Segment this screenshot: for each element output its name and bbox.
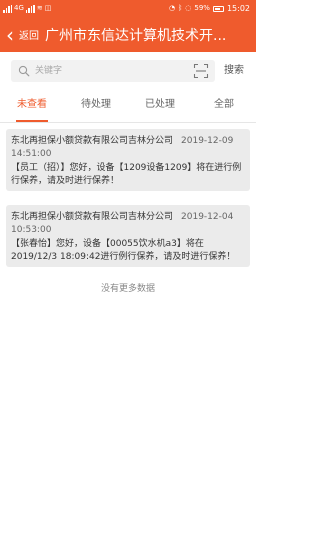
message-header: 东北再担保小额贷款有限公司吉林分公司 2019-12-04 10:53:00 [11, 211, 244, 237]
tab-unviewed[interactable]: 未查看 [0, 90, 64, 122]
search-input[interactable] [35, 60, 185, 82]
message-body: 【员工（招）】您好，设备【1209设备1209】将在进行例行保养，请及时进行保养… [11, 163, 242, 186]
signal-icon-2 [25, 4, 35, 13]
network-type: 4G [14, 4, 24, 12]
message-company: 东北再担保小额贷款有限公司吉林分公司 [11, 212, 174, 222]
page-title: 广州市东信达计算机技术开... [45, 27, 225, 44]
search-bar: 搜索 [0, 52, 256, 90]
status-right: ◔ ᛒ ◌ 59% 15:02 [169, 0, 250, 17]
notification-icon: ◫ [44, 4, 52, 12]
clock: 15:02 [226, 4, 250, 13]
message-body: 【张春怡】您好，设备【00055饮水机a3】将在2019/12/3 18:09:… [11, 239, 236, 262]
status-left: 4G ≋ ◫ [3, 0, 51, 17]
tab-pending[interactable]: 待处理 [64, 90, 128, 122]
search-box[interactable] [11, 60, 215, 82]
battery-percent: 59% [194, 4, 210, 12]
battery-icon [212, 5, 224, 12]
message-company: 东北再担保小额贷款有限公司吉林分公司 [11, 136, 174, 146]
bluetooth-icon: ᛒ [178, 4, 183, 12]
message-header: 东北再担保小额贷款有限公司吉林分公司 2019-12-09 14:51:00 [11, 135, 244, 161]
mute-icon: ◌ [185, 4, 192, 12]
message-card[interactable]: 东北再担保小额贷款有限公司吉林分公司 2019-12-04 10:53:00 【张… [6, 205, 250, 267]
back-button[interactable]: ‹ 返回 [0, 17, 43, 52]
scan-icon[interactable] [193, 63, 209, 79]
tab-all[interactable]: 全部 [192, 90, 256, 122]
chevron-left-icon: ‹ [6, 22, 14, 47]
status-tabs: 未查看 待处理 已处理 全部 [0, 90, 256, 123]
no-more-data: 没有更多数据 [100, 284, 155, 294]
alarm-icon: ◔ [168, 4, 176, 12]
wifi-icon: ≋ [36, 4, 43, 12]
status-bar: 4G ≋ ◫ ◔ ᛒ ◌ 59% 15:02 [0, 0, 256, 17]
back-label: 返回 [19, 31, 39, 42]
app-header: 4G ≋ ◫ ◔ ᛒ ◌ 59% 15:02 ‹ 返回 广州市东信达计算机技术开… [0, 0, 256, 52]
signal-icon [3, 4, 12, 13]
message-card[interactable]: 东北再担保小额贷款有限公司吉林分公司 2019-12-09 14:51:00 【员… [6, 129, 250, 191]
navbar: ‹ 返回 广州市东信达计算机技术开... [0, 17, 256, 52]
search-icon [18, 65, 30, 77]
tab-processed[interactable]: 已处理 [128, 90, 192, 122]
search-button[interactable]: 搜索 [224, 60, 244, 82]
